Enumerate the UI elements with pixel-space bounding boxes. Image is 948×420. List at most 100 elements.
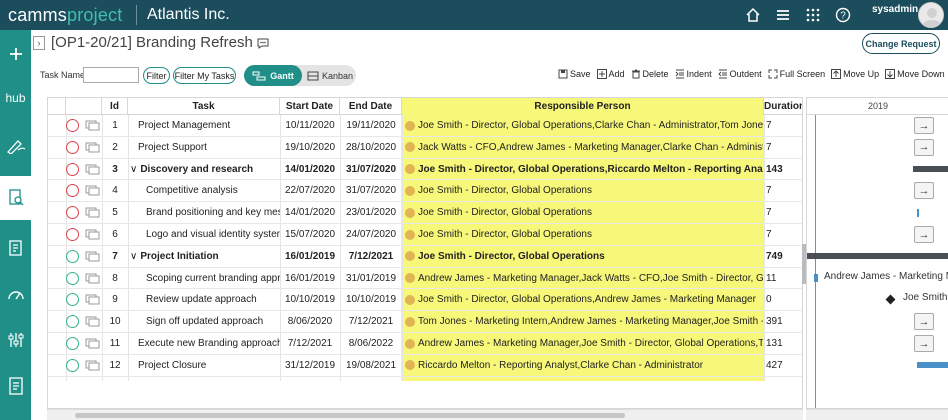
comment-icon[interactable] [257, 38, 269, 49]
cell-responsible-person[interactable]: Jack Watts - CFO,Andrew James - Marketin… [405, 137, 763, 158]
kanban-view-button[interactable]: Kanban [304, 65, 356, 86]
document-search-icon[interactable] [0, 176, 31, 220]
cell-responsible-person[interactable]: Joe Smith - Director, Global Operations [405, 246, 763, 267]
cell-end-date[interactable]: 19/08/2021 [340, 355, 402, 376]
cell-duration[interactable]: 7 [766, 180, 802, 201]
cell-duration[interactable]: 131 [766, 333, 802, 354]
cell-task[interactable]: ∨ Discovery and research [130, 159, 280, 180]
cell-responsible-person[interactable]: Andrew James - Marketing Manager,Jack Wa… [405, 268, 763, 289]
cell-duration[interactable]: 7 [766, 224, 802, 245]
full-screen-button[interactable]: Full Screen [768, 69, 825, 79]
cell-end-date[interactable]: 7/12/2021 [340, 246, 402, 267]
table-row[interactable]: 7 ∨ Project Initiation 16/01/2019 7/12/2021 J… [48, 246, 802, 268]
table-row[interactable]: 12 Project Closure 31/12/2019 19/08/2021 Ric… [48, 355, 802, 377]
cell-duration[interactable]: 7 [766, 115, 802, 136]
cell-start-date[interactable]: 10/10/2019 [280, 289, 340, 310]
sliders-icon[interactable] [0, 320, 31, 360]
cell-task[interactable]: Project Closure [130, 355, 280, 376]
collapse-caret-icon[interactable]: ∨ [130, 251, 137, 262]
task-bar[interactable] [814, 273, 818, 282]
table-row[interactable]: 4 Competitive analysis 22/07/2020 31/07/202… [48, 180, 802, 203]
cell-task[interactable]: Scoping current branding approach [130, 268, 280, 289]
cell-start-date[interactable]: 16/01/2019 [280, 268, 340, 289]
cell-end-date[interactable]: 8/06/2022 [340, 333, 402, 354]
status-circle[interactable] [66, 137, 80, 158]
cell-responsible-person[interactable]: Joe Smith - Director, Global Operations [405, 180, 763, 201]
cell-start-date[interactable]: 15/07/2020 [280, 224, 340, 245]
status-circle[interactable] [66, 246, 80, 267]
scroll-to-task-arrow-icon[interactable]: → [914, 313, 934, 331]
avatar[interactable] [918, 2, 944, 28]
cell-duration[interactable]: 391 [766, 311, 802, 332]
header-select[interactable] [48, 98, 66, 115]
comment-icon[interactable] [85, 246, 101, 267]
comment-icon[interactable] [85, 333, 101, 354]
add-icon[interactable] [0, 34, 31, 74]
cell-end-date[interactable]: 31/01/2019 [340, 268, 402, 289]
cell-end-date[interactable]: 28/10/2020 [340, 137, 402, 158]
gantt-view-button[interactable]: Gantt [244, 65, 302, 86]
table-row[interactable]: 8 Scoping current branding approach16/01/… [48, 268, 802, 290]
cell-task[interactable]: Project Support [130, 137, 280, 158]
cell-duration[interactable]: 7 [766, 137, 802, 158]
header-end-date[interactable]: End Date [340, 98, 402, 115]
status-circle[interactable] [66, 180, 80, 201]
cell-responsible-person[interactable]: Joe Smith - Director, Global Operations [405, 224, 763, 245]
comment-icon[interactable] [85, 180, 101, 201]
status-circle[interactable] [66, 355, 80, 376]
cell-responsible-person[interactable]: Tom Jones - Marketing Intern,Andrew Jame… [405, 311, 763, 332]
cell-end-date[interactable]: 7/12/2021 [340, 311, 402, 332]
cell-end-date[interactable]: 24/07/2020 [340, 224, 402, 245]
summary-bar[interactable] [807, 252, 948, 259]
comment-icon[interactable] [85, 115, 101, 136]
apps-grid-icon[interactable] [798, 0, 828, 30]
checklist-icon[interactable] [0, 228, 31, 268]
cell-task[interactable]: Competitive analysis [130, 180, 280, 201]
comment-icon[interactable] [85, 268, 101, 289]
status-circle[interactable] [66, 289, 80, 310]
filter-my-tasks-button[interactable]: Filter My Tasks [173, 67, 236, 84]
change-request-button[interactable]: Change Request [862, 33, 940, 54]
gauge-icon[interactable] [0, 274, 31, 314]
cell-end-date[interactable]: 23/01/2020 [340, 202, 402, 223]
cell-start-date[interactable]: 8/06/2020 [280, 311, 340, 332]
table-row[interactable]: 10 Sign off updated approach 8/06/2020 7/12… [48, 311, 802, 333]
cell-start-date[interactable]: 31/12/2019 [280, 355, 340, 376]
cell-start-date[interactable]: 14/01/2020 [280, 159, 340, 180]
scroll-to-task-arrow-icon[interactable]: → [914, 138, 934, 156]
comment-icon[interactable] [85, 289, 101, 310]
table-row[interactable]: 2 Project Support 19/10/2020 28/10/2020 Jack… [48, 137, 802, 159]
table-row[interactable]: 11 Execute new Branding approach 7/12/2021… [48, 333, 802, 355]
horizontal-scrollbar[interactable] [47, 409, 803, 420]
cell-start-date[interactable]: 10/11/2020 [280, 115, 340, 136]
scroll-to-task-arrow-icon[interactable]: → [914, 117, 934, 134]
camms-logo[interactable]: cammsproject [0, 5, 132, 26]
cell-duration[interactable]: 143 [766, 159, 802, 180]
status-circle[interactable] [66, 311, 80, 332]
cell-task[interactable]: Sign off updated approach [130, 311, 280, 332]
cell-start-date[interactable]: 22/07/2020 [280, 180, 340, 201]
cell-responsible-person[interactable]: Joe Smith - Director, Global Operations,… [405, 159, 763, 180]
cell-task[interactable]: Project Management [130, 115, 280, 136]
filter-button[interactable]: Filter [143, 67, 170, 84]
cell-responsible-person[interactable]: Andrew James - Marketing Manager,Joe Smi… [405, 333, 763, 354]
report-icon[interactable] [0, 366, 31, 406]
cell-responsible-person[interactable]: Riccardo Melton - Reporting Analyst,Clar… [405, 355, 763, 376]
cell-duration[interactable]: 7 [766, 202, 802, 223]
status-circle[interactable] [66, 224, 80, 245]
task-name-input[interactable] [83, 67, 139, 83]
summary-bar[interactable] [913, 165, 948, 172]
cell-responsible-person[interactable]: Joe Smith - Director, Global Operations [405, 202, 763, 223]
delete-button[interactable]: Delete [631, 69, 669, 79]
status-circle[interactable] [66, 268, 80, 289]
move-up-button[interactable]: Move Up [831, 69, 879, 79]
cell-duration[interactable]: 11 [766, 268, 802, 289]
cell-end-date[interactable]: 19/11/2020 [340, 115, 402, 136]
gantt-scrollbar[interactable] [806, 409, 948, 420]
scroll-to-task-arrow-icon[interactable]: → [914, 226, 934, 243]
milestone-diamond[interactable] [885, 294, 896, 305]
comment-icon[interactable] [85, 224, 101, 245]
scroll-to-task-arrow-icon[interactable]: → [914, 182, 934, 200]
comment-icon[interactable] [85, 311, 101, 332]
cell-start-date[interactable]: 19/10/2020 [280, 137, 340, 158]
